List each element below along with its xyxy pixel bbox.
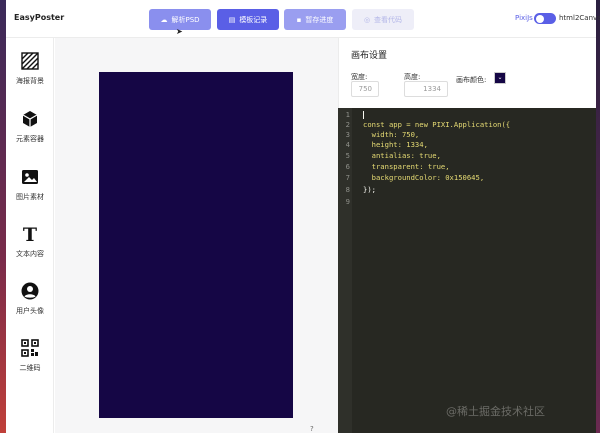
sidebar-item-label: 元素容器 (16, 135, 44, 143)
canvas-workspace: ? (55, 38, 338, 433)
parse-psd-label: 解析PSD (171, 15, 200, 24)
sidebar-item-label: 用户头像 (16, 307, 44, 315)
line-number: 2 (345, 120, 350, 129)
code-editor[interactable]: 1 2 3 4 5 6 7 8 9 const app = new PIXI.A… (338, 108, 596, 433)
sidebar-item-qrcode[interactable]: 二维码 (6, 339, 54, 373)
code-line (363, 110, 364, 119)
clipboard-icon: ▤ (228, 15, 236, 24)
color-picker[interactable]: ⌄ (494, 72, 506, 84)
save-progress-button[interactable]: ▪ 暂存进度 (284, 9, 346, 30)
sidebar-item-text[interactable]: T 文本内容 (6, 225, 54, 259)
sidebar-item-label: 二维码 (19, 364, 41, 372)
canvas-settings-panel: 画布设置 宽度: 750 高度: 1334 画布颜色: ⌄ (338, 38, 596, 108)
line-number: 3 (345, 130, 350, 139)
app-title: EasyPoster (14, 13, 65, 22)
cube-icon (22, 111, 38, 127)
width-input[interactable]: 750 (351, 81, 379, 97)
stripes-icon (21, 52, 39, 70)
sidebar-item-image[interactable]: 图片素材 (6, 168, 54, 202)
code-line: height: 1334, (363, 140, 428, 149)
help-icon[interactable]: ? (310, 425, 314, 433)
image-icon (22, 170, 38, 184)
code-line: backgroundColor: 0x150645, (363, 173, 485, 182)
templates-button[interactable]: ▤ 模板记录 (217, 9, 279, 30)
save-progress-label: 暂存进度 (305, 15, 334, 24)
poster-canvas[interactable] (99, 72, 293, 418)
watermark: @稀土掘金技术社区 (446, 405, 545, 418)
mode-right-label: html2Canvas (559, 14, 600, 22)
view-code-label: 查看代码 (374, 15, 403, 24)
top-header: EasyPoster ☁ 解析PSD ▤ 模板记录 ▪ 暂存进度 ◎ 查看代码 … (6, 0, 600, 38)
sidebar-item-container[interactable]: 元素容器 (6, 110, 54, 144)
sidebar-item-avatar[interactable]: 用户头像 (6, 282, 54, 316)
code-line: width: 750, (363, 130, 420, 139)
code-line: }); (363, 185, 376, 194)
mode-left-label: PixiJs (515, 14, 533, 22)
line-number: 5 (345, 151, 350, 160)
save-icon: ▪ (296, 15, 302, 24)
line-number: 6 (345, 162, 350, 171)
sidebar-item-label: 文本内容 (16, 250, 44, 258)
sidebar-item-label: 海报背景 (16, 77, 44, 85)
line-number: 4 (345, 140, 350, 149)
cloud-upload-icon: ☁ (160, 15, 168, 24)
mouse-cursor-icon: ➤ (176, 27, 183, 36)
qrcode-icon (21, 339, 39, 357)
view-code-button[interactable]: ◎ 查看代码 (352, 9, 414, 30)
svg-text:T: T (23, 225, 37, 243)
chevron-down-icon: ⌄ (497, 74, 503, 81)
templates-label: 模板记录 (239, 15, 268, 24)
line-number: 1 (345, 110, 350, 119)
text-cursor (363, 111, 364, 119)
renderer-toggle[interactable] (534, 13, 556, 24)
line-number: 9 (345, 197, 350, 206)
avatar-icon (21, 282, 39, 300)
code-line: const app = new PIXI.Application({ (363, 120, 511, 129)
height-input[interactable]: 1334 (404, 81, 448, 97)
settings-title: 画布设置 (351, 51, 388, 61)
code-line: transparent: true, (363, 162, 450, 171)
color-label: 画布颜色: (456, 76, 487, 84)
desktop-edge-right (596, 0, 600, 433)
line-number: 7 (345, 173, 350, 182)
sidebar-item-label: 图片素材 (16, 193, 44, 201)
code-icon: ◎ (363, 15, 371, 24)
text-icon: T (23, 225, 37, 243)
sidebar-item-background[interactable]: 海报背景 (6, 52, 54, 86)
code-line: antialias: true, (363, 151, 441, 160)
line-number: 8 (345, 185, 350, 194)
sidebar: 海报背景 元素容器 图片素材 T 文本内容 用户头像 二维码 (6, 38, 54, 433)
